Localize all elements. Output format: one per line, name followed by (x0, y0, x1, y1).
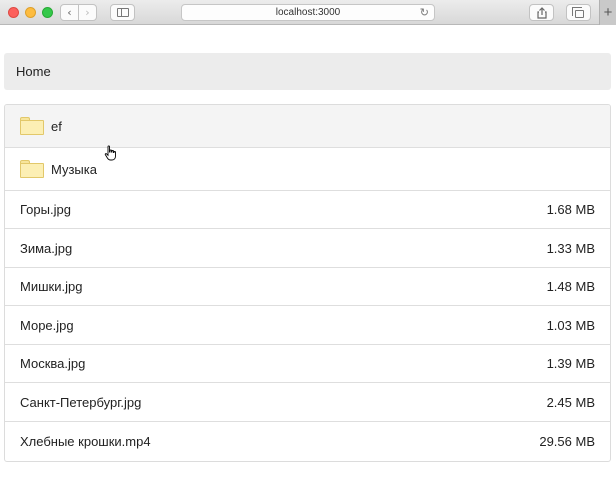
file-name: Горы.jpg (20, 202, 71, 217)
file-size: 1.03 MB (546, 317, 595, 333)
file-size: 1.39 MB (546, 356, 595, 371)
file-name: Море.jpg (20, 317, 74, 333)
folder-item[interactable]: Музыка (5, 148, 610, 191)
breadcrumb: Home (4, 53, 611, 90)
file-size: 2.45 MB (546, 394, 595, 410)
new-tab-button[interactable]: + (599, 0, 616, 25)
address-bar[interactable]: localhost:3000 ↻ (181, 4, 435, 21)
sidebar-icon (116, 8, 129, 17)
show-tabs-button[interactable] (566, 4, 591, 21)
file-item[interactable]: Хлебные крошки.mp4 29.56 MB (5, 422, 610, 461)
file-size: 1.68 MB (546, 202, 595, 217)
file-name: Зима.jpg (20, 240, 73, 256)
file-item[interactable]: Мишки.jpg 1.48 MB (5, 268, 610, 306)
url-text: localhost:3000 (275, 7, 341, 18)
plus-icon: + (603, 4, 613, 21)
file-size: 29.56 MB (539, 434, 595, 449)
file-name: Москва.jpg (20, 356, 86, 371)
hand-cursor-icon (104, 145, 116, 161)
close-window-button[interactable] (8, 7, 19, 18)
tabs-icon (572, 6, 584, 18)
folder-icon (20, 117, 44, 135)
chevron-right-icon: › (85, 6, 90, 19)
file-item[interactable]: Море.jpg 1.03 MB (5, 306, 610, 345)
share-button[interactable] (529, 4, 554, 21)
file-item[interactable]: Горы.jpg 1.68 MB (5, 191, 610, 229)
file-name: Санкт-Петербург.jpg (20, 394, 142, 410)
folder-name: Музыка (51, 161, 97, 177)
browser-toolbar: ‹ › localhost:3000 ↻ + (0, 0, 616, 25)
forward-button[interactable]: › (78, 4, 97, 21)
folder-icon (20, 160, 44, 178)
file-list: ef Музыка Горы.jpg 1.68 MB Зима.jpg 1.33… (4, 104, 611, 462)
file-name: Мишки.jpg (20, 279, 83, 294)
minimize-window-button[interactable] (25, 7, 36, 18)
share-icon (536, 6, 547, 19)
breadcrumb-home[interactable]: Home (16, 64, 51, 79)
folder-name: ef (51, 118, 62, 134)
folder-item[interactable]: ef (5, 105, 610, 148)
sidebar-button[interactable] (110, 4, 135, 21)
file-size: 1.33 MB (546, 240, 595, 256)
file-item[interactable]: Москва.jpg 1.39 MB (5, 345, 610, 383)
chevron-left-icon: ‹ (67, 6, 72, 19)
file-name: Хлебные крошки.mp4 (20, 434, 151, 449)
reload-icon[interactable]: ↻ (420, 5, 429, 20)
zoom-window-button[interactable] (42, 7, 53, 18)
file-item[interactable]: Санкт-Петербург.jpg 2.45 MB (5, 383, 610, 422)
file-size: 1.48 MB (546, 279, 595, 294)
back-button[interactable]: ‹ (60, 4, 79, 21)
file-item[interactable]: Зима.jpg 1.33 MB (5, 229, 610, 268)
